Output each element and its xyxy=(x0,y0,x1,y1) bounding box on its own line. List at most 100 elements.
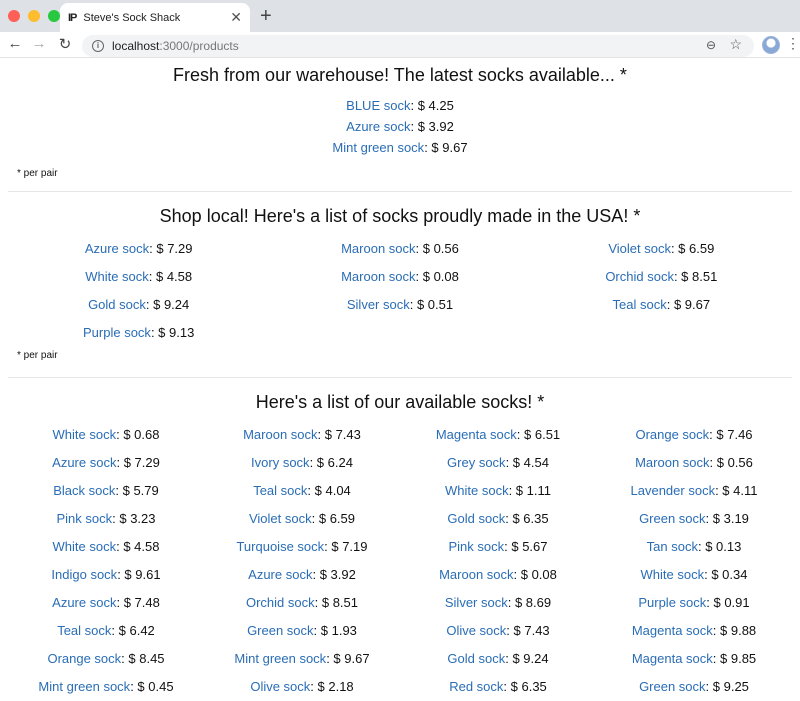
product-link[interactable]: White sock xyxy=(641,567,705,582)
product-price: : $ 8.51 xyxy=(314,595,358,610)
product-link[interactable]: Pink sock xyxy=(56,511,112,526)
product-link[interactable]: Mint green sock xyxy=(234,651,326,666)
product-link[interactable]: Maroon sock xyxy=(439,567,513,582)
bookmark-star-icon[interactable]: ☆ xyxy=(729,36,742,53)
product-link[interactable]: Purple sock xyxy=(83,325,151,340)
product-price: : $ 7.19 xyxy=(324,539,368,554)
product-link[interactable]: Violet sock xyxy=(249,511,312,526)
product-item: Black sock: $ 5.79 xyxy=(8,477,204,505)
product-link[interactable]: Silver sock xyxy=(347,297,410,312)
product-price: : $ 7.29 xyxy=(116,455,160,470)
product-price: : $ 5.67 xyxy=(504,539,548,554)
product-link[interactable]: Azure sock xyxy=(346,119,410,134)
all-socks-section: Here's a list of our available socks! * … xyxy=(8,378,792,701)
product-link[interactable]: Orange sock xyxy=(635,427,709,442)
product-link[interactable]: Pink sock xyxy=(448,539,504,554)
product-item: Mint green sock: $ 0.45 xyxy=(8,673,204,701)
product-link[interactable]: Lavender sock xyxy=(631,483,716,498)
product-link[interactable]: Indigo sock xyxy=(51,567,117,582)
product-link[interactable]: Maroon sock xyxy=(635,455,709,470)
minimize-window-button[interactable] xyxy=(28,10,40,22)
product-link[interactable]: Azure sock xyxy=(248,567,312,582)
address-bar[interactable]: i localhost:3000/products ⊖ ☆ xyxy=(82,35,754,57)
product-link[interactable]: Silver sock xyxy=(445,595,508,610)
product-link[interactable]: Gold sock xyxy=(447,511,505,526)
product-item: Violet sock: $ 6.59 xyxy=(531,235,792,263)
new-tab-button[interactable]: + xyxy=(260,5,272,28)
product-link[interactable]: Gold sock xyxy=(88,297,146,312)
product-link[interactable]: Violet sock xyxy=(608,241,671,256)
product-link[interactable]: Gold sock xyxy=(447,651,505,666)
menu-kebab-icon[interactable]: ⋮ xyxy=(786,35,800,52)
maximize-window-button[interactable] xyxy=(48,10,60,22)
product-item: Silver sock: $ 8.69 xyxy=(400,589,596,617)
product-link[interactable]: Magenta sock xyxy=(632,651,713,666)
product-link[interactable]: Maroon sock xyxy=(341,241,415,256)
forward-arrow-icon[interactable]: → xyxy=(30,35,48,52)
product-price: : $ 1.11 xyxy=(508,483,551,498)
per-pair-footnote: * per pair xyxy=(17,350,58,361)
product-item: Azure sock: $ 3.92 xyxy=(8,116,792,137)
product-item: Purple sock: $ 0.91 xyxy=(596,589,792,617)
product-link[interactable]: Orange sock xyxy=(47,651,121,666)
product-link[interactable]: Mint green sock xyxy=(332,140,424,155)
product-link[interactable]: Olive sock xyxy=(446,623,506,638)
product-item: White sock: $ 4.58 xyxy=(8,533,204,561)
product-item: Turquoise sock: $ 7.19 xyxy=(204,533,400,561)
product-link[interactable]: Azure sock xyxy=(52,455,116,470)
close-window-button[interactable] xyxy=(8,10,20,22)
browser-tab[interactable]: IP Steve's Sock Shack ✕ xyxy=(60,3,250,32)
window-controls xyxy=(8,10,60,22)
product-item: Gold sock: $ 6.35 xyxy=(400,505,596,533)
product-item: Magenta sock: $ 9.85 xyxy=(596,645,792,673)
product-item: Azure sock: $ 7.29 xyxy=(8,235,269,263)
product-link[interactable]: Green sock xyxy=(247,623,313,638)
product-link[interactable]: White sock xyxy=(445,483,509,498)
product-link[interactable]: Tan sock xyxy=(647,539,698,554)
usa-socks-heading: Shop local! Here's a list of socks proud… xyxy=(159,206,641,226)
profile-avatar[interactable] xyxy=(762,36,780,54)
info-icon[interactable]: i xyxy=(92,40,104,52)
product-link[interactable]: Teal sock xyxy=(253,483,307,498)
product-link[interactable]: Maroon sock xyxy=(341,269,415,284)
usa-socks-section: Shop local! Here's a list of socks proud… xyxy=(8,192,792,378)
product-link[interactable]: Green sock xyxy=(639,511,705,526)
product-item: Mint green sock: $ 9.67 xyxy=(204,645,400,673)
reload-icon[interactable]: ↻ xyxy=(56,35,74,53)
latest-socks-heading: Fresh from our warehouse! The latest soc… xyxy=(173,65,627,85)
product-item: Azure sock: $ 3.92 xyxy=(204,561,400,589)
product-link[interactable]: Azure sock xyxy=(85,241,149,256)
product-link[interactable]: Black sock xyxy=(53,483,115,498)
product-link[interactable]: Teal sock xyxy=(57,623,111,638)
product-link[interactable]: Grey sock xyxy=(447,455,506,470)
product-link[interactable]: Magenta sock xyxy=(632,623,713,638)
product-link[interactable]: Orchid sock xyxy=(246,595,315,610)
back-arrow-icon[interactable]: ← xyxy=(6,35,24,52)
product-link[interactable]: Olive sock xyxy=(250,679,310,694)
product-link[interactable]: BLUE sock xyxy=(346,98,410,113)
per-pair-footnote: * per pair xyxy=(17,168,58,179)
product-link[interactable]: Ivory sock xyxy=(251,455,310,470)
close-tab-icon[interactable]: ✕ xyxy=(230,9,242,26)
product-link[interactable]: Red sock xyxy=(449,679,503,694)
product-link[interactable]: Teal sock xyxy=(613,297,667,312)
product-price: : $ 9.67 xyxy=(666,297,711,312)
product-link[interactable]: Turquoise sock xyxy=(236,539,324,554)
product-price: : $ 0.13 xyxy=(697,539,742,554)
product-link[interactable]: Magenta sock xyxy=(436,427,517,442)
zoom-icon[interactable]: ⊖ xyxy=(706,38,716,52)
product-link[interactable]: Purple sock xyxy=(638,595,706,610)
product-price: : $ 0.56 xyxy=(709,455,753,470)
latest-socks-list: BLUE sock: $ 4.25 Azure sock: $ 3.92 Mint … xyxy=(8,95,792,158)
product-link[interactable]: White sock xyxy=(53,539,117,554)
product-link[interactable]: Mint green sock xyxy=(38,679,130,694)
product-link[interactable]: Maroon sock xyxy=(243,427,317,442)
product-link[interactable]: Orchid sock xyxy=(605,269,674,284)
product-link[interactable]: White sock xyxy=(53,427,117,442)
product-price: : $ 9.13 xyxy=(150,325,195,340)
product-link[interactable]: White sock xyxy=(85,269,149,284)
product-item: Orchid sock: $ 8.51 xyxy=(204,589,400,617)
product-item: Olive sock: $ 2.18 xyxy=(204,673,400,701)
product-link[interactable]: Azure sock xyxy=(52,595,116,610)
product-link[interactable]: Green sock xyxy=(639,679,705,694)
